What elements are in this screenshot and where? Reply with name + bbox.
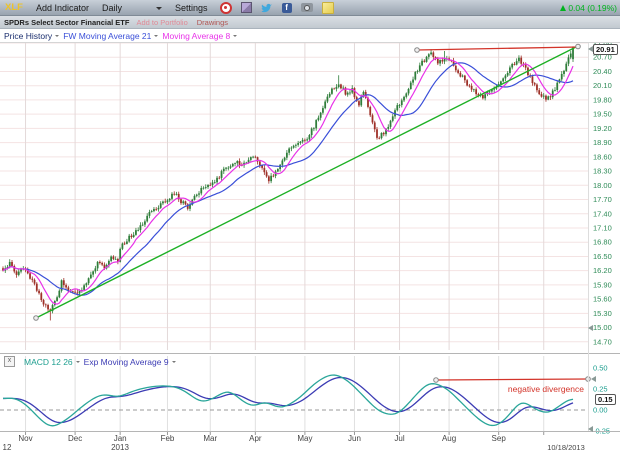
trendline[interactable] (36, 46, 578, 318)
alarm-icon[interactable] (220, 2, 232, 14)
macd-menu[interactable]: MACD 12 26 (24, 357, 80, 367)
last-price-badge: 20.91 (593, 44, 618, 55)
price-history-label: Price History (4, 31, 52, 41)
chevron-down-icon (172, 361, 176, 365)
svg-text:2013: 2013 (111, 443, 129, 452)
price-axis-labels: 21.0020.7020.4020.1019.8019.5019.2018.90… (593, 39, 612, 347)
svg-text:18.60: 18.60 (593, 152, 612, 161)
svg-text:18.90: 18.90 (593, 138, 612, 147)
drawings-link[interactable]: Drawings (197, 18, 228, 27)
macd-value-badge: 0.15 (595, 394, 616, 405)
svg-text:Jul: Jul (394, 434, 404, 443)
chevron-down-icon (55, 35, 59, 39)
svg-text:Dec: Dec (68, 434, 82, 443)
ma8-menu[interactable]: Moving Average 8 (162, 31, 237, 41)
svg-text:17.40: 17.40 (593, 209, 612, 218)
chart-canvas[interactable]: negative divergence21.0020.7020.4020.101… (0, 0, 620, 455)
cube-icon[interactable] (241, 2, 252, 13)
chevron-down-icon (154, 35, 158, 39)
svg-text:19.80: 19.80 (593, 95, 612, 104)
ma21-menu[interactable]: FW Moving Average 21 (63, 31, 158, 41)
twitter-icon[interactable] (261, 3, 273, 13)
divergence-label: negative divergence (508, 384, 584, 394)
period-select[interactable]: Daily (102, 3, 122, 13)
ema-signal-label: Exp Moving Average 9 (84, 357, 169, 367)
up-arrow-icon (560, 5, 566, 11)
svg-text:10/18/2013: 10/18/2013 (547, 443, 585, 452)
change-text: 0.04 (0.19%) (568, 3, 617, 13)
settings-button[interactable]: Settings (175, 3, 208, 13)
price-history-menu[interactable]: Price History (4, 31, 59, 41)
candles (2, 46, 574, 320)
svg-text:Nov: Nov (18, 434, 32, 443)
svg-text:0.00: 0.00 (593, 406, 608, 415)
macd-label: MACD 12 26 (24, 357, 73, 367)
svg-text:17.10: 17.10 (593, 223, 612, 232)
svg-text:16.80: 16.80 (593, 238, 612, 247)
period-dropdown-icon[interactable] (156, 7, 162, 13)
svg-text:16.20: 16.20 (593, 266, 612, 275)
price-hgrid-lines (0, 43, 588, 342)
camera-icon[interactable] (301, 3, 313, 12)
chevron-down-icon (233, 35, 237, 39)
add-to-portfolio-link[interactable]: Add to Portfolio (136, 18, 187, 27)
svg-text:Feb: Feb (161, 434, 175, 443)
add-indicator-button[interactable]: Add Indicator (36, 3, 89, 13)
facebook-glyph: f (285, 3, 288, 13)
ma21-label: FW Moving Average 21 (63, 31, 151, 41)
svg-text:14.70: 14.70 (593, 337, 612, 346)
ma8-label: Moving Average 8 (162, 31, 230, 41)
svg-text:16.50: 16.50 (593, 252, 612, 261)
etf-name: SPDRs Select Sector Financial ETF (4, 18, 129, 27)
svg-text:15.30: 15.30 (593, 309, 612, 318)
panel-borders (0, 43, 620, 432)
month-labels: Nov Dec Jan Feb Mar Apr May Jun Jul Aug Sep 12 2013 1… (3, 434, 585, 452)
macd-header: x MACD 12 26 Exp Moving Average 9 (4, 356, 176, 367)
note-icon[interactable] (322, 2, 334, 14)
svg-text:negative divergence: negative divergence (508, 384, 584, 394)
indicator-bar: Price History FW Moving Average 21 Movin… (0, 29, 620, 42)
svg-text:18.00: 18.00 (593, 181, 612, 190)
svg-text:18.30: 18.30 (593, 167, 612, 176)
svg-text:Sep: Sep (492, 434, 507, 443)
main-toolbar: XLF Add Indicator Daily Settings f 0.04 … (0, 0, 620, 16)
svg-text:Mar: Mar (203, 434, 217, 443)
macd-signal-line (3, 377, 573, 422)
ma21-line (3, 63, 573, 295)
svg-text:0.25: 0.25 (593, 385, 608, 394)
facebook-icon[interactable]: f (282, 3, 292, 13)
svg-text:May: May (297, 434, 312, 443)
svg-text:15.60: 15.60 (593, 295, 612, 304)
divergence-line[interactable] (434, 377, 591, 383)
chart-window: negative divergence21.0020.7020.4020.101… (0, 0, 620, 455)
svg-text:15.90: 15.90 (593, 280, 612, 289)
chevron-down-icon (76, 361, 80, 365)
toolbar-icons: f (220, 2, 334, 14)
price-change: 0.04 (0.19%) (560, 3, 617, 13)
symbol-label: XLF (5, 2, 23, 13)
svg-text:Jan: Jan (114, 434, 127, 443)
svg-text:20.10: 20.10 (593, 81, 612, 90)
svg-text:19.20: 19.20 (593, 124, 612, 133)
svg-text:Jun: Jun (348, 434, 361, 443)
svg-text:19.50: 19.50 (593, 110, 612, 119)
svg-text:12: 12 (3, 443, 12, 452)
svg-text:15.00: 15.00 (593, 323, 612, 332)
svg-text:0.50: 0.50 (593, 364, 608, 373)
svg-text:Aug: Aug (442, 434, 456, 443)
subheader-bar: SPDRs Select Sector Financial ETF Add to… (0, 16, 620, 29)
camera-lens (304, 5, 310, 11)
ema-menu[interactable]: Exp Moving Average 9 (84, 357, 176, 367)
svg-text:20.40: 20.40 (593, 67, 612, 76)
alarm-dot (224, 6, 227, 9)
close-macd-button[interactable]: x (4, 356, 15, 367)
svg-text:17.70: 17.70 (593, 195, 612, 204)
svg-text:Apr: Apr (249, 434, 262, 443)
